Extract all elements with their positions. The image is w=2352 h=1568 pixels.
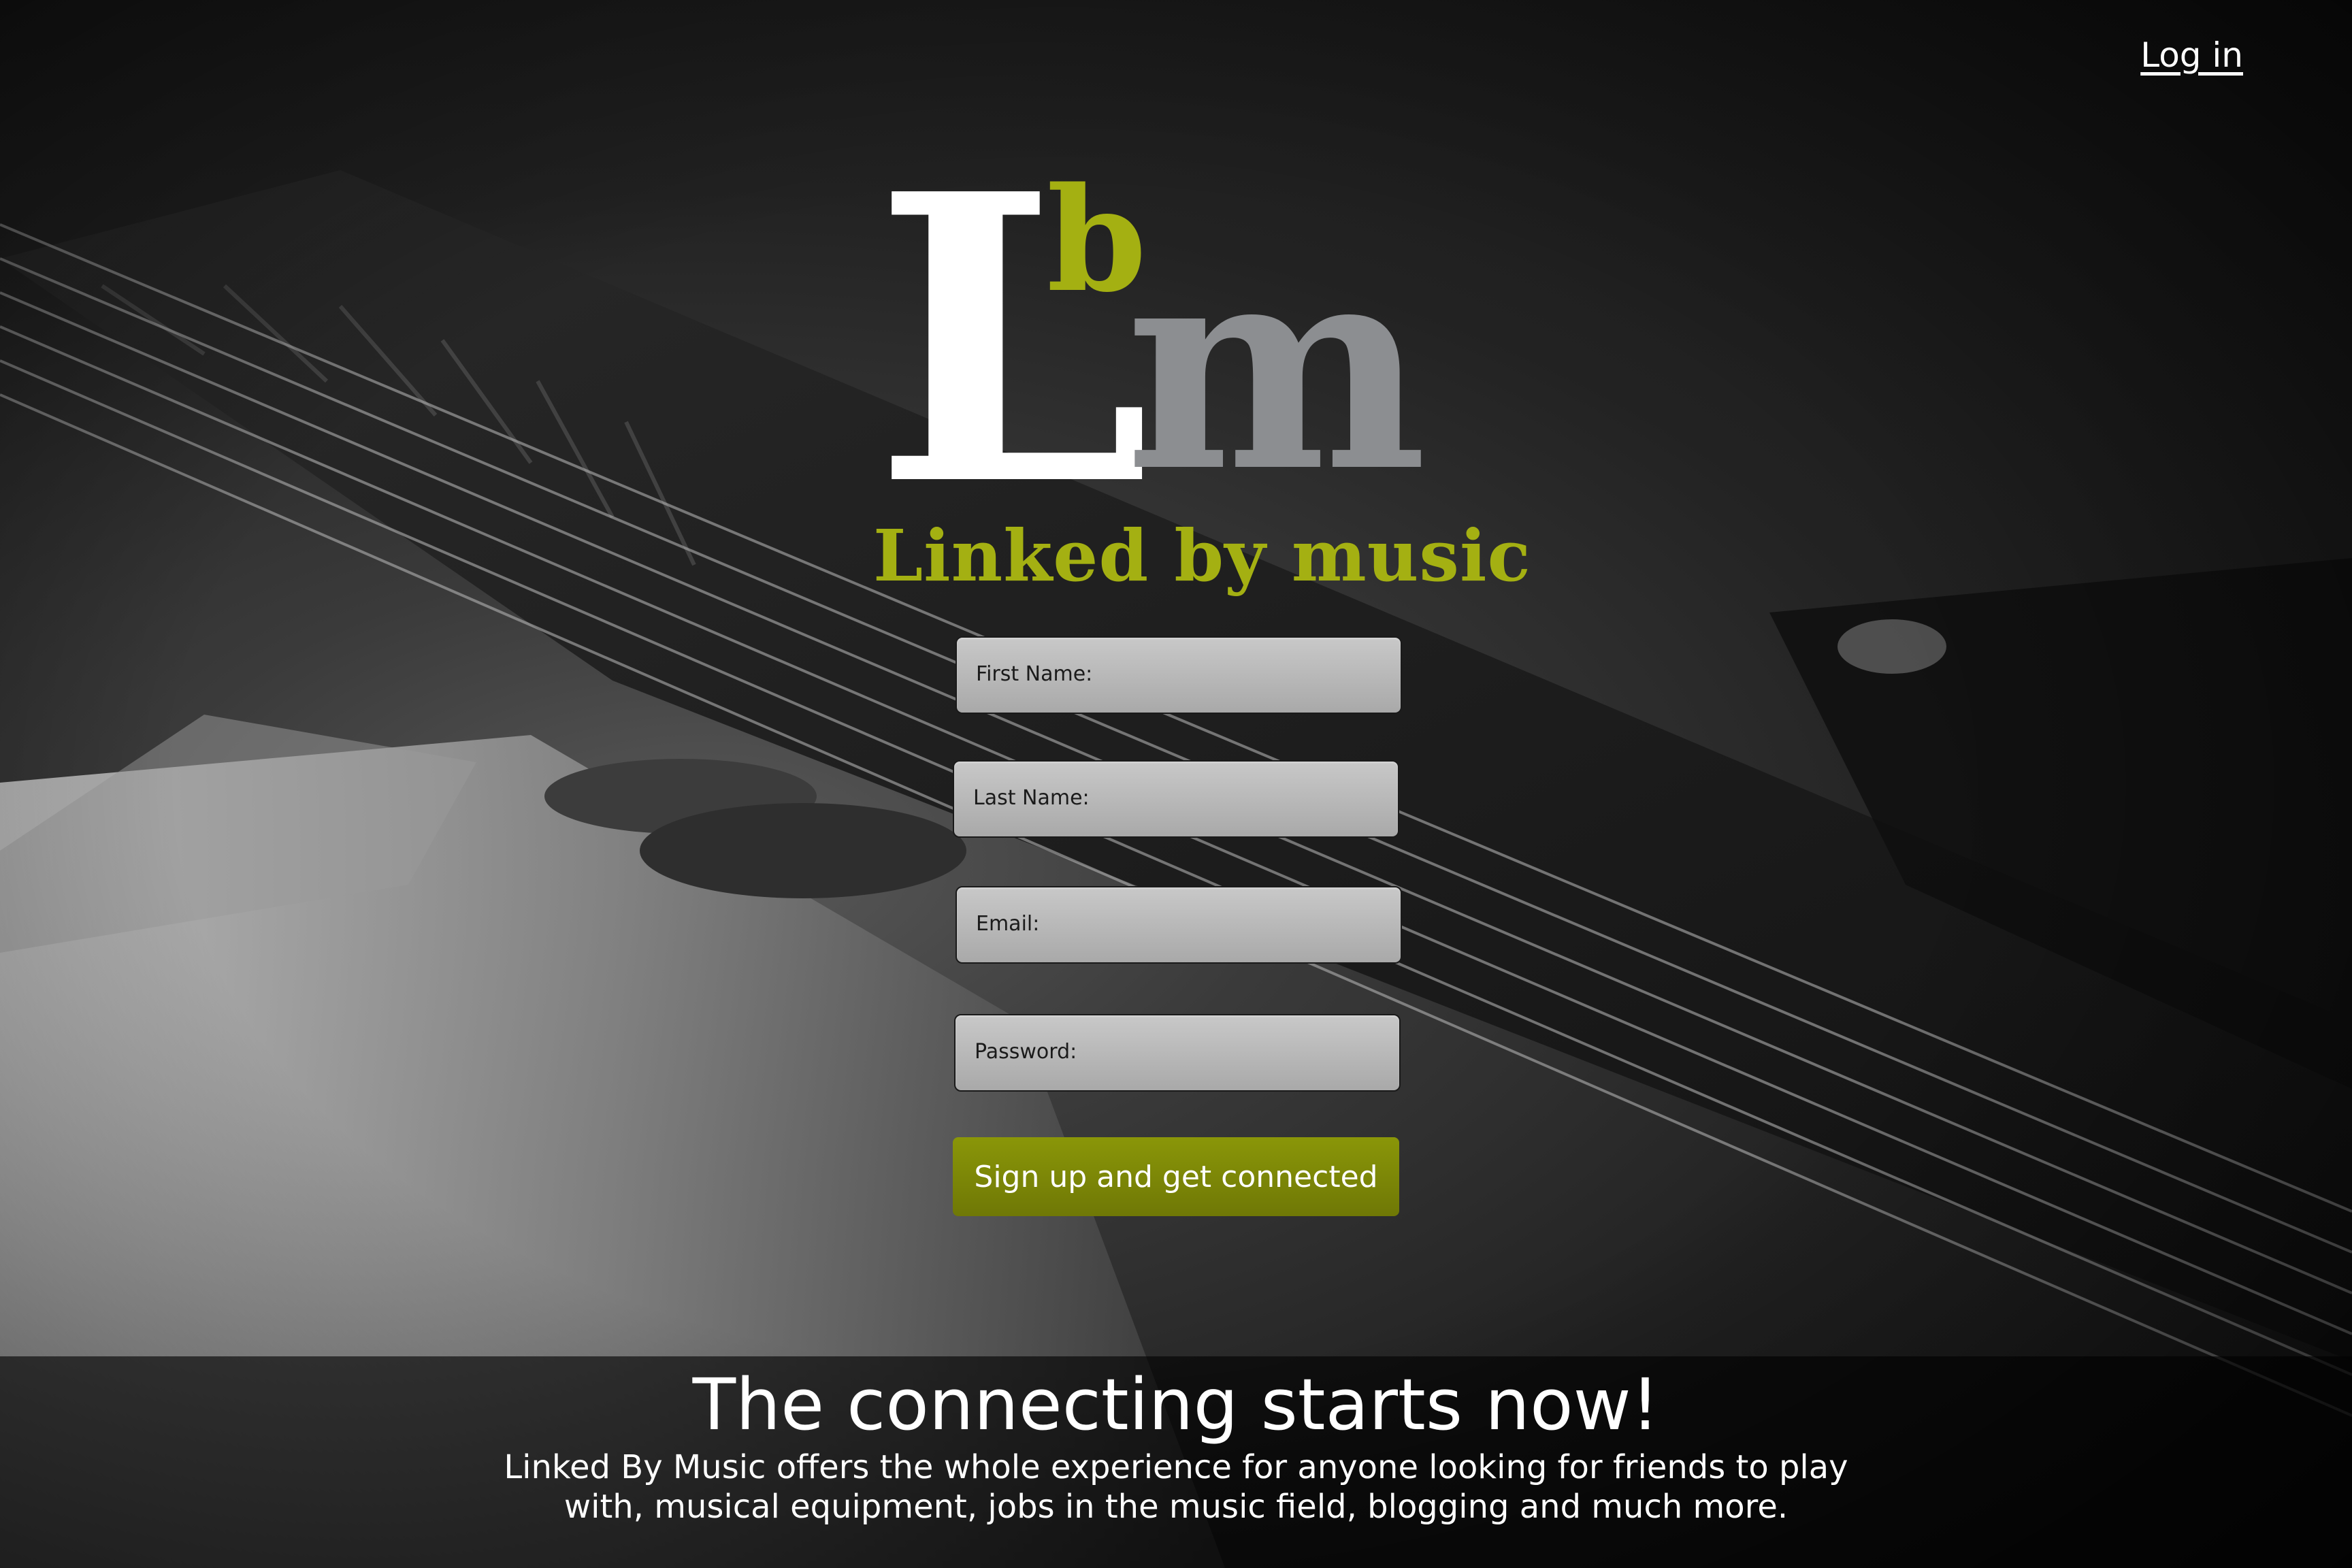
logo-letter-m: m	[1125, 199, 1427, 535]
last-name-field[interactable]: Last Name:	[953, 760, 1399, 838]
signup-page: Log in L b m Linked by music First Name:…	[0, 0, 2352, 1568]
email-input[interactable]	[957, 887, 1401, 962]
logo-wordmark: Linked by music	[873, 514, 1531, 598]
signup-button[interactable]: Sign up and get connected	[953, 1137, 1399, 1216]
first-name-field[interactable]: First Name:	[956, 636, 1402, 714]
first-name-input[interactable]	[957, 638, 1401, 713]
login-link[interactable]: Log in	[2140, 35, 2243, 75]
email-field[interactable]: Email:	[956, 886, 1402, 964]
last-name-input[interactable]	[954, 762, 1398, 836]
password-input[interactable]	[956, 1015, 1399, 1090]
linked-by-music-logo: L b m Linked by music	[873, 143, 1531, 606]
banner-description: Linked By Music offers the whole experie…	[504, 1448, 1848, 1526]
bottom-banner: The connecting starts now! Linked By Mus…	[0, 1356, 2352, 1568]
password-field[interactable]: Password:	[954, 1014, 1401, 1092]
logo-mark: L b m	[873, 143, 1479, 538]
banner-title: The connecting starts now!	[692, 1363, 1660, 1446]
